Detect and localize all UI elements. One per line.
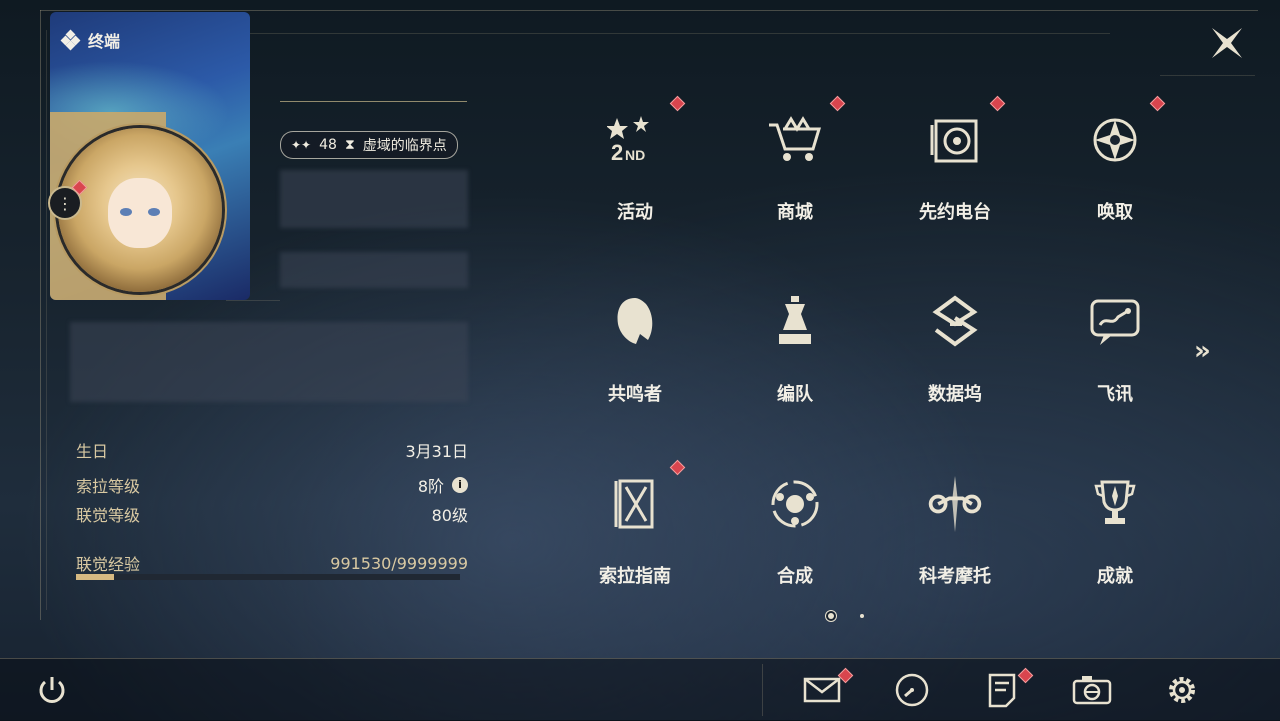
radio-icon <box>925 110 985 170</box>
menu-item-label: 唤取 <box>1097 202 1133 223</box>
stat-birthday: 生日 3月31日 <box>76 438 468 462</box>
player-name-redacted <box>280 170 468 228</box>
menu-item-label: 数据坞 <box>928 384 982 405</box>
synthesis-icon <box>765 474 825 534</box>
mail-icon[interactable] <box>802 670 842 710</box>
stat-value: 8阶 <box>417 477 444 496</box>
realm-label: 虚域的临界点 <box>362 138 447 154</box>
page-dot[interactable] <box>860 614 864 618</box>
menu-item-label: 索拉指南 <box>599 566 671 587</box>
shop-cart-icon <box>765 110 825 170</box>
notification-badge <box>989 95 1006 112</box>
menu-item-label: 成就 <box>1097 566 1133 587</box>
menu-item-label: 编队 <box>777 384 813 405</box>
menu-item-label: 合成 <box>777 566 813 587</box>
stat-key: 生日 <box>76 442 109 461</box>
power-icon[interactable] <box>32 670 72 710</box>
page-title: 终端 <box>88 32 121 51</box>
avatar-face <box>108 178 172 248</box>
menu-item[interactable]: 索拉指南 <box>555 456 715 636</box>
avatar-eye-left <box>120 208 132 216</box>
menu-item-label: 商城 <box>777 202 813 223</box>
notification-badge <box>669 459 686 476</box>
stats-panel: 生日 3月31日 索拉等级 8阶 i 联觉等级 80级 联觉经验 991530/… <box>76 436 468 586</box>
menu-item-label: 活动 <box>617 202 653 223</box>
stat-sola-level: 索拉等级 8阶 i <box>76 473 468 497</box>
menu-item[interactable]: 编队 <box>715 274 875 454</box>
summon-icon <box>1085 110 1145 170</box>
trophy-icon <box>1085 474 1145 534</box>
next-page-button[interactable]: » <box>1194 336 1211 366</box>
union-exp-fill <box>76 574 115 580</box>
settings-gear-icon[interactable] <box>1162 670 1202 710</box>
level-value: 48 <box>319 137 337 153</box>
stat-value: 80级 <box>431 506 468 525</box>
close-icon[interactable] <box>1208 24 1246 62</box>
menu-item[interactable]: 飞讯 <box>1035 274 1195 454</box>
menu-item-label: 共鸣者 <box>608 384 662 405</box>
resonator-icon <box>605 292 665 352</box>
menu-item[interactable]: 共鸣者 <box>555 274 715 454</box>
signature-redacted[interactable] <box>70 322 468 402</box>
guide-icon <box>605 474 665 534</box>
clock-icon[interactable] <box>892 670 932 710</box>
menu-item-label: 科考摩托 <box>919 566 991 587</box>
menu-item[interactable]: 先约电台 <box>875 92 1035 272</box>
menu-item[interactable]: 商城 <box>715 92 875 272</box>
stat-key: 索拉等级 <box>76 477 141 496</box>
svg-text:ND: ND <box>625 147 645 163</box>
camera-icon[interactable] <box>1072 670 1112 710</box>
page-dot-active[interactable] <box>828 613 834 619</box>
notification-badge <box>669 95 686 112</box>
terminal-icon <box>60 29 81 51</box>
menu-item[interactable]: 唤取 <box>1035 92 1195 272</box>
menu-item[interactable]: 数据坞 <box>875 274 1035 454</box>
event-2nd-icon: 2 ND <box>605 110 665 170</box>
stat-union-exp: 联觉经验 991530/9999999 <box>76 551 468 575</box>
level-pill[interactable]: ✦✦ 48 ⧗ 虚域的临界点 <box>280 131 458 159</box>
notes-icon[interactable] <box>982 670 1022 710</box>
avatar-eye-right <box>148 208 160 216</box>
team-chess-icon <box>765 292 825 352</box>
motorcycle-icon <box>925 474 985 534</box>
notification-badge <box>829 95 846 112</box>
stat-value: 991530/9999999 <box>330 553 468 573</box>
info-icon[interactable]: i <box>452 477 468 493</box>
realm-hourglass-icon: ⧗ <box>344 137 355 153</box>
svg-text:2: 2 <box>611 140 623 165</box>
page-title-container: 终端 <box>60 28 121 52</box>
player-id-redacted <box>280 252 468 288</box>
menu-item[interactable]: 成就 <box>1035 456 1195 636</box>
menu-item[interactable]: 科考摩托 <box>875 456 1035 636</box>
menu-item[interactable]: 合成 <box>715 456 875 636</box>
union-exp-bar <box>76 574 460 580</box>
data-bank-icon <box>925 292 985 352</box>
level-stars: ✦✦ <box>291 138 312 152</box>
menu-item-label: 先约电台 <box>919 202 991 223</box>
notification-badge <box>1149 95 1166 112</box>
menu-item-label: 飞讯 <box>1097 384 1133 405</box>
menu-item[interactable]: 2 ND 活动 <box>555 92 715 272</box>
stat-union-level: 联觉等级 80级 <box>76 502 468 526</box>
avatar[interactable] <box>58 128 222 292</box>
stat-value: 3月31日 <box>405 442 468 461</box>
stat-key: 联觉经验 <box>76 555 141 574</box>
message-icon <box>1085 292 1145 352</box>
stat-key: 联觉等级 <box>76 506 141 525</box>
